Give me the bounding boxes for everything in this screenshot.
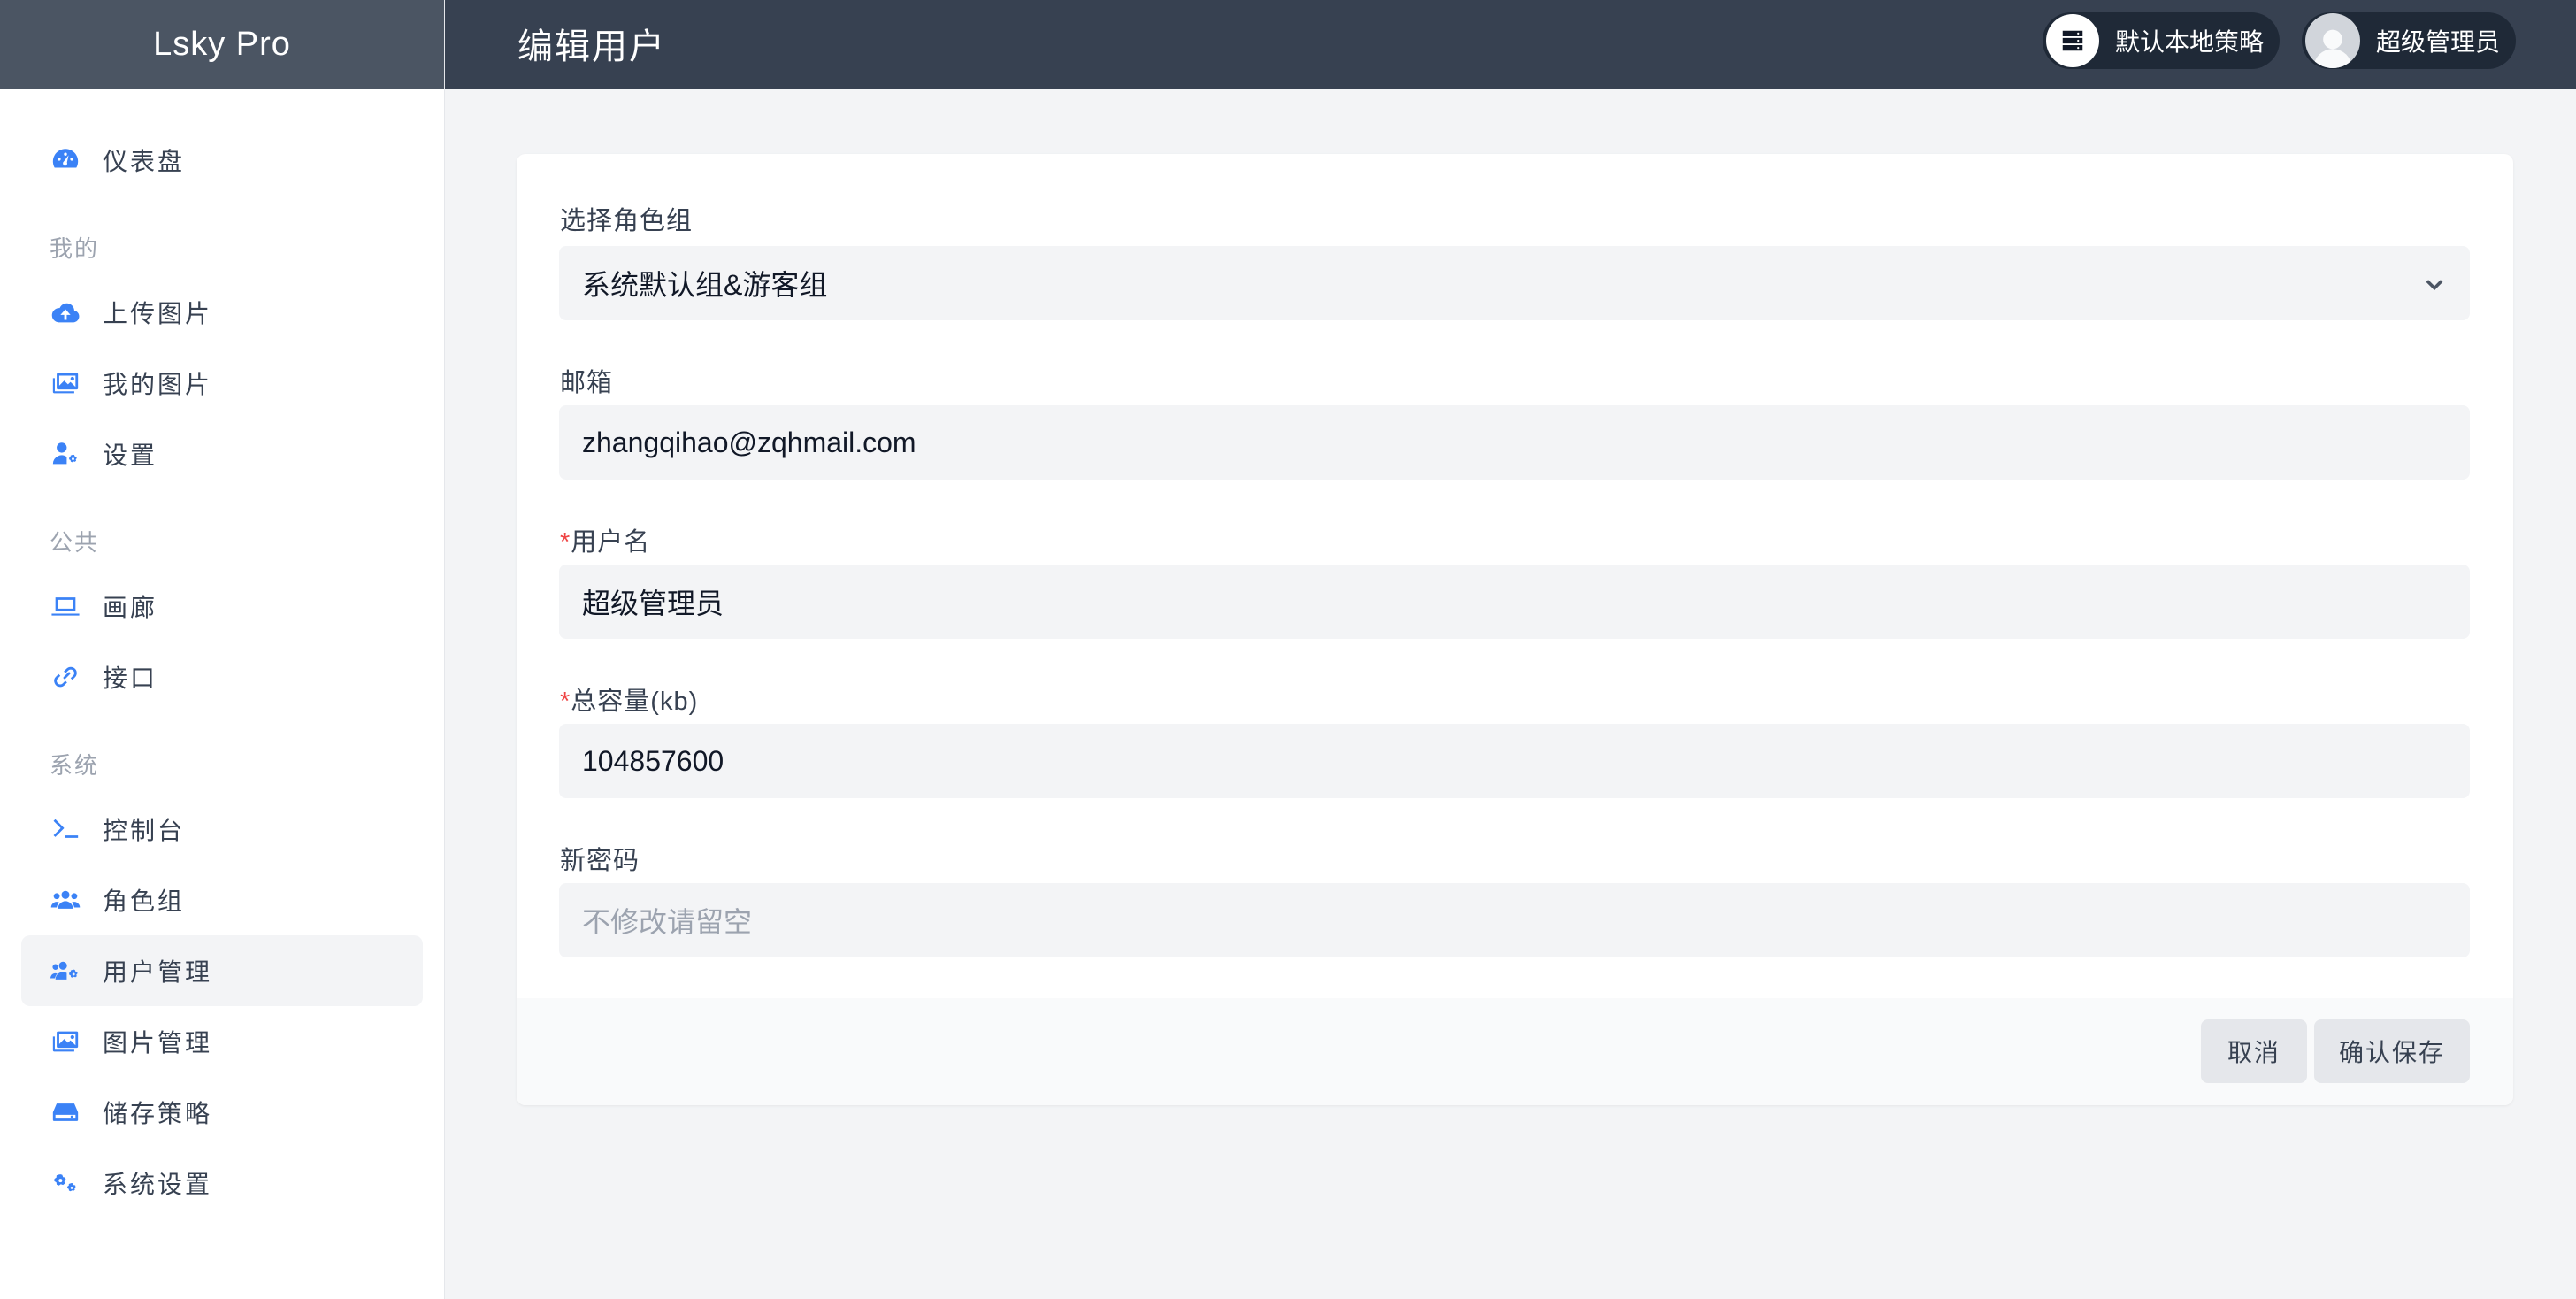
sidebar-section-public: 公共 (50, 528, 100, 556)
username-value: 超级管理员 (582, 588, 724, 619)
top-bar: 编辑用户 默认本地策略 超级管理员 (445, 0, 2576, 89)
sidebar-nav: 仪表盘 我的 上传图片 我的图片 设置 公共 画廊 接口 系统 控制台 角色组 … (0, 89, 444, 1218)
sidebar-item-label: 上传图片 (103, 300, 213, 327)
form-footer: 取消 确认保存 (517, 998, 2513, 1105)
brand-logo[interactable]: Lsky Pro (0, 0, 444, 89)
storage-strategy-button[interactable]: 默认本地策略 (2043, 12, 2281, 69)
user-silhouette-icon (2313, 29, 2352, 68)
sidebar-item-system-settings[interactable]: 系统设置 (21, 1148, 423, 1218)
sidebar-item-images[interactable]: 图片管理 (21, 1006, 423, 1077)
sidebar-item-storage[interactable]: 储存策略 (21, 1077, 423, 1148)
new-password-field[interactable]: 不修改请留空 (559, 883, 2470, 957)
page-title: 编辑用户 (518, 27, 666, 66)
user-menu-button[interactable]: 超级管理员 (2302, 12, 2517, 69)
username-label: *用户名 (560, 528, 651, 557)
sidebar-item-label: 仪表盘 (103, 148, 186, 175)
sidebar-item-settings[interactable]: 设置 (21, 419, 423, 489)
cancel-button[interactable]: 取消 (2201, 1019, 2307, 1083)
sidebar-item-label: 接口 (103, 665, 158, 692)
images-icon (50, 367, 81, 399)
cloud-upload-icon (50, 296, 81, 328)
avatar (2305, 13, 2360, 68)
gears-icon (50, 1167, 81, 1199)
sidebar-item-my-images[interactable]: 我的图片 (21, 348, 423, 419)
sidebar-item-console[interactable]: 控制台 (21, 794, 423, 865)
user-name-label: 超级管理员 (2376, 28, 2501, 56)
sidebar-item-label: 画廊 (103, 594, 158, 621)
role-group-label: 选择角色组 (560, 207, 694, 235)
sidebar-item-users[interactable]: 用户管理 (21, 935, 423, 1006)
sidebar-section-mine: 我的 (50, 234, 100, 262)
sidebar-item-label: 设置 (103, 442, 158, 469)
sidebar-item-label: 角色组 (103, 888, 186, 915)
role-group-value: 系统默认组&游客组 (582, 269, 828, 301)
sidebar-item-dashboard[interactable]: 仪表盘 (21, 125, 423, 196)
link-icon (50, 661, 81, 693)
hard-drive-icon (50, 1096, 81, 1128)
sidebar-item-label: 我的图片 (103, 371, 213, 398)
sidebar-item-label: 用户管理 (103, 958, 213, 986)
users-gear-icon (50, 955, 81, 987)
required-mark: * (560, 688, 571, 716)
images-icon (50, 1026, 81, 1057)
email-value: zhangqihao@zqhmail.com (582, 426, 916, 458)
storage-strategy-label: 默认本地策略 (2115, 28, 2265, 56)
terminal-icon (50, 813, 81, 845)
sidebar-item-api[interactable]: 接口 (21, 642, 423, 712)
role-group-select[interactable]: 系统默认组&游客组 (559, 246, 2470, 320)
sidebar-item-roles[interactable]: 角色组 (21, 865, 423, 935)
required-mark: * (560, 528, 571, 557)
sidebar-item-label: 系统设置 (103, 1171, 213, 1198)
save-button[interactable]: 确认保存 (2314, 1019, 2470, 1083)
new-password-label: 新密码 (560, 847, 640, 875)
sidebar-item-label: 控制台 (103, 817, 186, 844)
user-gear-icon (50, 438, 81, 470)
sidebar-section-system: 系统 (50, 751, 100, 779)
new-password-placeholder: 不修改请留空 (582, 906, 753, 938)
laptop-icon (50, 590, 81, 622)
username-field[interactable]: 超级管理员 (559, 565, 2470, 639)
email-label: 邮箱 (560, 369, 614, 397)
gauge-icon (50, 144, 81, 176)
sidebar-item-upload[interactable]: 上传图片 (21, 277, 423, 348)
sidebar: Lsky Pro 仪表盘 我的 上传图片 我的图片 设置 公共 画廊 接口 系统… (0, 0, 445, 1299)
users-icon (50, 884, 81, 916)
edit-user-form: 选择角色组 系统默认组&游客组 邮箱 zhangqihao@zqhmail.co… (517, 154, 2513, 1105)
sidebar-item-label: 图片管理 (103, 1029, 213, 1057)
server-icon (2046, 14, 2099, 67)
capacity-field[interactable]: 104857600 (559, 724, 2470, 798)
email-field[interactable]: zhangqihao@zqhmail.com (559, 405, 2470, 480)
capacity-value: 104857600 (582, 744, 724, 777)
chevron-down-icon (2422, 271, 2447, 296)
sidebar-item-label: 储存策略 (103, 1100, 213, 1127)
sidebar-item-gallery[interactable]: 画廊 (21, 571, 423, 642)
capacity-label: *总容量(kb) (560, 688, 699, 716)
